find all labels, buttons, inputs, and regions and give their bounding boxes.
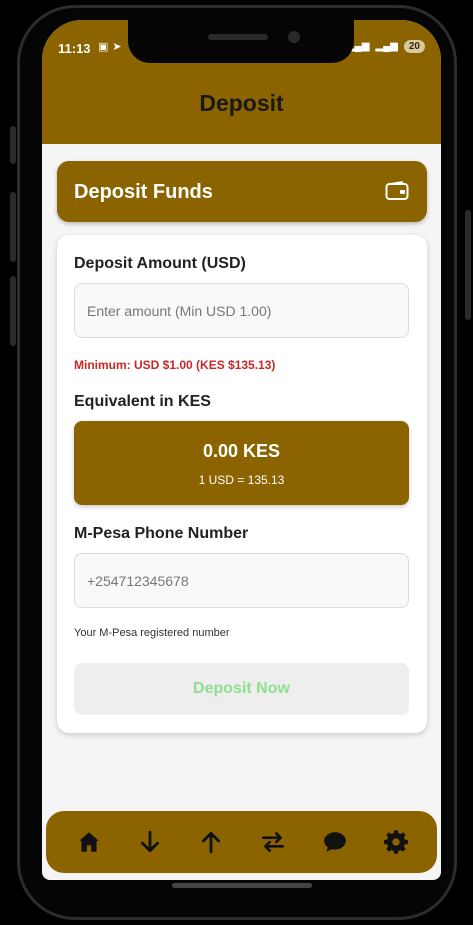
deposit-now-button[interactable]: Deposit Now [74,663,409,715]
home-indicator [172,883,312,888]
screen-record-icon: ▣ [98,41,109,53]
home-icon[interactable] [76,829,102,855]
power-button [465,210,471,320]
status-icons: ▣ ➤ [98,40,122,53]
equivalent-label: Equivalent in KES [74,393,211,410]
deposit-funds-banner: Deposit Funds [57,161,427,222]
app-header: 11:13 ▣ ➤ ≋ ▂▄▆ ▂▄▆ 20 Deposit [42,20,441,144]
speaker-icon [208,34,268,40]
transfer-icon[interactable] [260,829,286,855]
deposit-form-card: Deposit Amount (USD) Minimum: USD $1.00 … [57,235,427,733]
kes-equivalent-box: 0.00 KES 1 USD = 135.13 [74,421,409,505]
minimum-note: Minimum: USD $1.00 (KES $135.13) [74,358,276,372]
amount-label: Deposit Amount (USD) [74,255,246,272]
kes-amount: 0.00 KES [202,441,281,461]
volume-up-button [10,192,16,262]
chat-icon[interactable] [322,829,348,855]
camera-icon [288,31,300,43]
volume-down-button [10,276,16,346]
phone-help-text: Your M-Pesa registered number [74,627,230,639]
gear-icon[interactable] [383,829,409,855]
side-button [10,126,16,164]
phone-label: M-Pesa Phone Number [74,525,249,542]
deposit-funds-title: Deposit Funds [74,181,213,203]
battery-badge: 20 [403,40,425,53]
wallet-icon [385,181,409,200]
arrow-up-icon[interactable] [198,829,224,855]
status-time: 11:13 [58,41,91,56]
camera-notch [128,20,354,63]
arrow-down-icon[interactable] [137,829,163,855]
amount-input[interactable] [74,283,409,338]
bottom-nav [46,811,437,873]
page-title: Deposit [199,90,284,116]
phone-input[interactable] [74,553,409,608]
telegram-icon: ➤ [112,41,122,53]
signal-icon-2: ▂▄▆ [375,41,398,52]
exchange-rate: 1 USD = 135.13 [198,473,285,487]
screen: 11:13 ▣ ➤ ≋ ▂▄▆ ▂▄▆ 20 Deposit Deposit F… [42,20,441,880]
